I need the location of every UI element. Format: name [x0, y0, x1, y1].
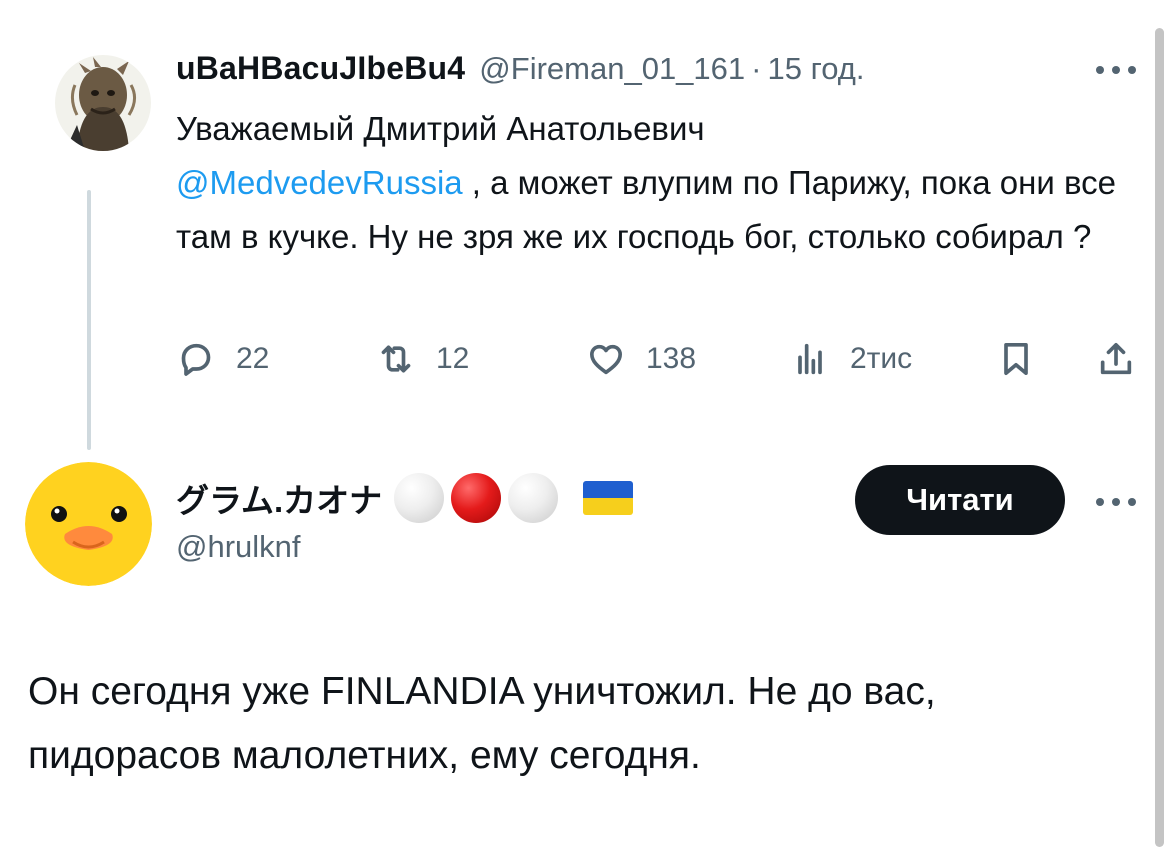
- ukraine-flag-icon: [583, 481, 634, 515]
- tweet-text-intro: Уважаемый Дмитрий Анатольевич: [176, 110, 705, 147]
- reply-icon: [181, 343, 211, 376]
- user-handle[interactable]: @Fireman_01_161: [479, 51, 745, 87]
- user-handle[interactable]: @hrulknf: [176, 529, 301, 565]
- avatar-image: [55, 55, 151, 151]
- display-name[interactable]: グラム.カオナ: [176, 474, 382, 522]
- mention-link[interactable]: @MedvedevRussia: [176, 164, 463, 201]
- bookmark-button[interactable]: [996, 334, 1036, 384]
- avatar[interactable]: [25, 462, 152, 586]
- reply-count: 22: [236, 342, 270, 375]
- like-icon: [590, 344, 622, 375]
- thread-line: [87, 190, 91, 450]
- timestamp[interactable]: 15 год.: [767, 51, 864, 87]
- reply-author-row: グラム.カオナ: [176, 470, 634, 526]
- name-emoji-decoration: [394, 473, 634, 523]
- retweet-count: 12: [436, 342, 470, 375]
- tweet-actions: 22 12 138 2тис: [176, 334, 1140, 384]
- display-name[interactable]: uBaHBacuJIbeBu4: [176, 50, 465, 87]
- retweet-button[interactable]: 12: [376, 334, 469, 384]
- views-icon: [798, 343, 822, 375]
- share-icon: [1100, 343, 1132, 375]
- tweet-header: uBaHBacuJIbeBu4 @Fireman_01_161 · 15 год…: [176, 50, 864, 90]
- share-button[interactable]: [1096, 334, 1136, 384]
- duck-avatar-image: [25, 462, 152, 586]
- more-icon[interactable]: [1096, 494, 1136, 510]
- retweet-icon: [381, 345, 411, 373]
- follow-button[interactable]: Читати: [855, 465, 1065, 535]
- views-count: 2тис: [850, 342, 913, 375]
- like-count: 138: [646, 342, 697, 375]
- parent-tweet[interactable]: uBaHBacuJIbeBu4 @Fireman_01_161 · 15 год…: [0, 0, 1160, 450]
- tweet-text: Уважаемый Дмитрий Анатольевич @MedvedevR…: [176, 102, 1146, 264]
- like-button[interactable]: 138: [586, 334, 696, 384]
- white-circle-icon: [394, 473, 445, 523]
- separator-dot: ·: [751, 51, 762, 86]
- avatar[interactable]: [55, 55, 151, 151]
- reply-button[interactable]: 22: [176, 334, 269, 384]
- bookmark-icon: [1004, 343, 1028, 375]
- red-circle-icon: [451, 473, 502, 523]
- white-circle-icon: [508, 473, 559, 523]
- tweet-text: Он сегодня уже FINLANDIA уничтожил. Не д…: [28, 670, 936, 777]
- more-icon[interactable]: [1096, 62, 1136, 78]
- views-button[interactable]: 2тис: [790, 334, 912, 384]
